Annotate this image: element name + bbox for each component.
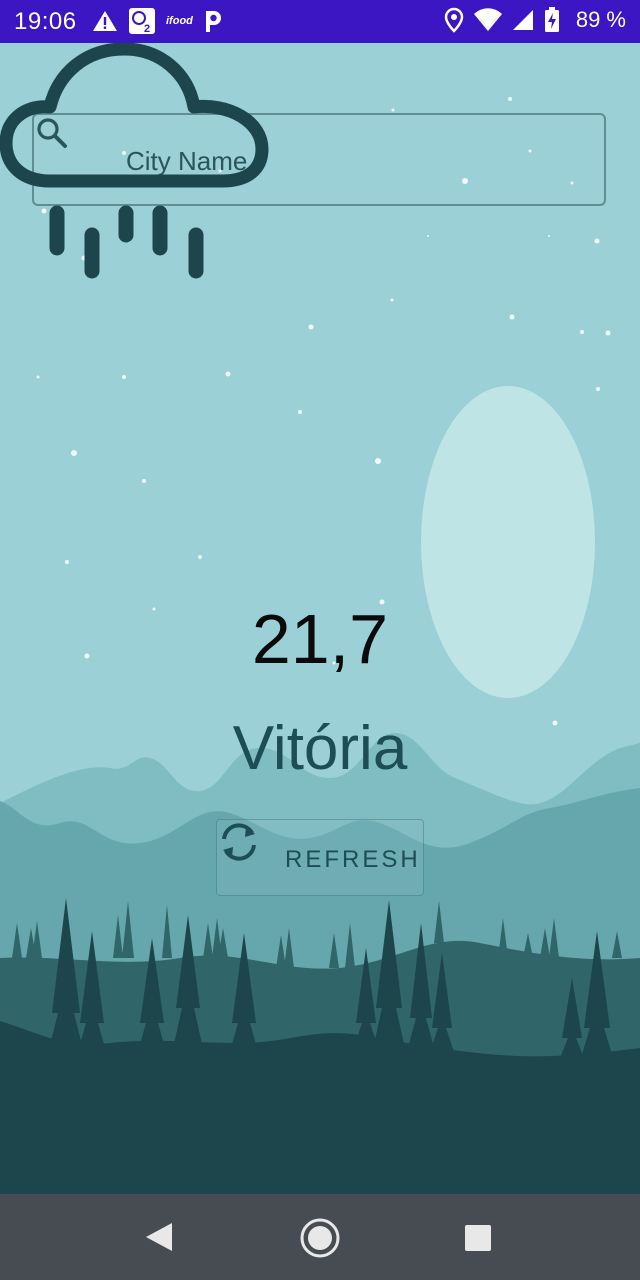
navigation-bar xyxy=(0,1194,640,1280)
battery-charging-icon xyxy=(544,7,559,32)
svg-text:2: 2 xyxy=(144,23,150,35)
refresh-icon xyxy=(222,823,256,861)
cell-signal-icon xyxy=(512,10,533,30)
warning-icon xyxy=(93,11,117,31)
rain-cloud-icon xyxy=(0,43,269,279)
city-name: Vitória xyxy=(232,714,408,783)
location-icon xyxy=(444,7,464,33)
home-icon[interactable] xyxy=(299,1217,341,1259)
status-bar: 19:06 2 ifood 89 % xyxy=(0,0,640,43)
p-icon xyxy=(205,11,221,32)
recents-icon[interactable] xyxy=(464,1224,492,1252)
ifood-icon: ifood xyxy=(166,15,193,27)
app-badge-icon: 2 xyxy=(129,8,155,35)
wifi-icon xyxy=(473,8,502,32)
temperature: 21,7 xyxy=(251,600,389,678)
notification-icons: 2 ifood xyxy=(92,7,223,35)
back-icon[interactable] xyxy=(144,1221,174,1253)
refresh-button[interactable]: REFRESH xyxy=(216,819,424,896)
weather-scene: 21,7 Vitória REFRESH xyxy=(0,43,640,1194)
refresh-label: REFRESH xyxy=(285,846,421,873)
status-time: 19:06 xyxy=(14,8,77,35)
system-icons: 89 % xyxy=(444,7,626,33)
battery-percent: 89 % xyxy=(575,7,626,32)
